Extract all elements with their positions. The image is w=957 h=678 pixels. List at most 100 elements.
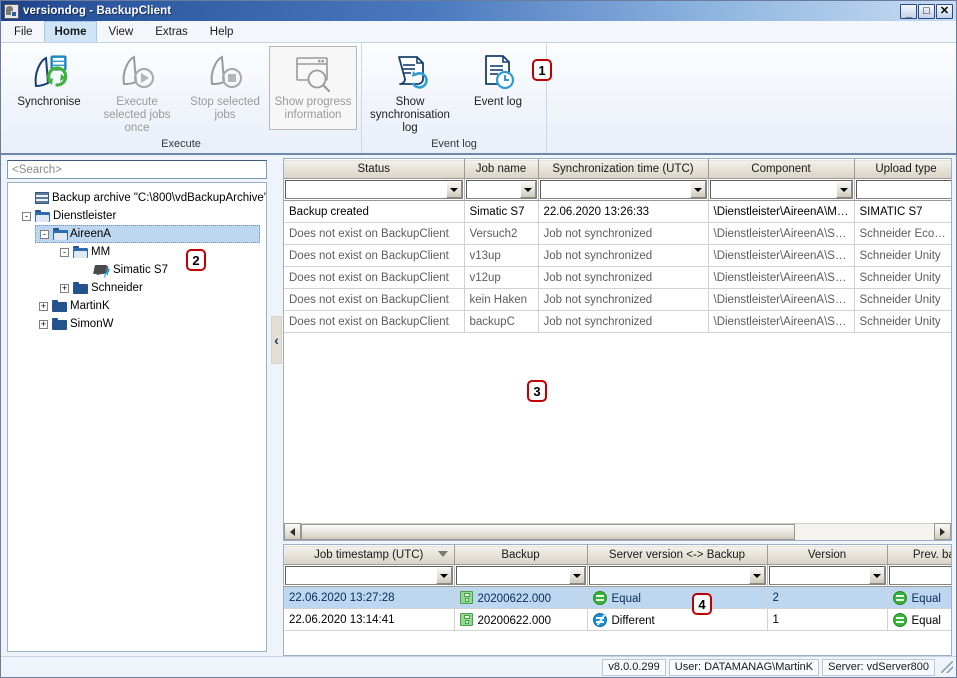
table-row[interactable]: Does not exist on BackupClient v13up Job… — [284, 244, 951, 267]
chevron-down-icon[interactable] — [748, 567, 765, 584]
tree-item-schneider[interactable]: + Schneider — [14, 279, 266, 297]
tree-item-backup-archive[interactable]: Backup archive "C:\800\vdBackupArchive" — [14, 189, 266, 207]
expand-icon[interactable]: + — [60, 283, 69, 293]
hscroll-track[interactable] — [301, 523, 934, 540]
tree-item-aireena[interactable]: - AireenA — [35, 225, 260, 243]
tree-expander-mm[interactable]: - — [56, 247, 73, 257]
hscroll-thumb[interactable] — [301, 524, 795, 540]
column-header-server-version-cmp[interactable]: Server version <-> Backup — [587, 545, 768, 565]
cell-sync-time: 22.06.2020 13:26:33 — [538, 200, 709, 223]
menu-item-file[interactable]: File — [3, 21, 44, 42]
column-header-job-timestamp[interactable]: Job timestamp (UTC) — [284, 545, 455, 565]
execute-jobs-icon — [116, 52, 158, 94]
column-header-upload-type[interactable]: Upload type — [854, 159, 951, 179]
chevron-down-icon[interactable] — [435, 567, 452, 584]
tree-item-martink[interactable]: + MartinK — [14, 297, 266, 315]
tree-item-simatic-s7[interactable]: 7 Simatic S7 — [14, 261, 266, 279]
collapse-icon[interactable]: - — [22, 211, 31, 221]
table-row[interactable]: Does not exist on BackupClient backupC J… — [284, 310, 951, 333]
column-header-sync-time[interactable]: Synchronization time (UTC) — [538, 159, 709, 179]
menu-item-home[interactable]: Home — [43, 21, 98, 42]
tree-item-simonw[interactable]: + SimonW — [14, 315, 266, 333]
table-row[interactable]: 22.06.2020 13:27:28 20200622.000 Equal 2… — [284, 586, 951, 609]
cell-upload-type: Schneider Unity — [854, 310, 951, 333]
filter-cell-component[interactable] — [708, 178, 855, 201]
chevron-down-icon[interactable] — [835, 181, 852, 198]
menu-item-view[interactable]: View — [97, 21, 144, 42]
column-header-version[interactable]: Version — [767, 545, 888, 565]
jobs-grid-hscrollbar[interactable] — [284, 522, 951, 540]
filter-cell-server-version-cmp[interactable] — [587, 564, 768, 587]
filter-cell-job-timestamp[interactable] — [284, 564, 455, 587]
tree-expander-simonw[interactable]: + — [35, 319, 52, 329]
table-row[interactable]: 22.06.2020 13:14:41 20200622.000 Differe… — [284, 608, 951, 631]
collapse-icon[interactable]: - — [60, 247, 69, 257]
jobs-grid-body: Backup created Simatic S7 22.06.2020 13:… — [284, 200, 951, 333]
menu-item-help[interactable]: Help — [199, 21, 245, 42]
maximize-button[interactable]: □ — [918, 3, 935, 19]
chevron-down-icon[interactable] — [689, 181, 706, 198]
tree-expander-aireena[interactable]: - — [36, 229, 53, 239]
event-log-label: Event log — [474, 96, 522, 108]
chevron-down-icon[interactable] — [519, 181, 536, 198]
cell-status: Does not exist on BackupClient — [284, 310, 465, 333]
folder-icon — [52, 318, 67, 330]
annotation-badge-4: 4 — [692, 593, 712, 615]
scroll-left-button[interactable] — [284, 523, 301, 540]
cell-server-version-cmp: Different — [587, 608, 768, 631]
table-row[interactable]: Backup created Simatic S7 22.06.2020 13:… — [284, 200, 951, 223]
cell-job-timestamp: 22.06.2020 13:27:28 — [284, 586, 455, 609]
resize-grip-icon[interactable] — [940, 660, 954, 674]
column-header-job-name[interactable]: Job name — [464, 159, 539, 179]
cell-sync-time: Job not synchronized — [538, 222, 709, 245]
stop-jobs-button[interactable]: Stop selected jobs — [181, 46, 269, 130]
collapse-sidebar-handle[interactable]: ‹ — [271, 316, 282, 364]
filter-cell-version[interactable] — [767, 564, 888, 587]
search-input[interactable]: <Search> — [7, 160, 267, 179]
tree-expander-dienstleister[interactable]: - — [18, 211, 35, 221]
tree-item-label: Schneider — [91, 282, 143, 294]
chevron-down-icon[interactable] — [868, 567, 885, 584]
tree-item-dienstleister[interactable]: - Dienstleister — [14, 207, 266, 225]
panel-splitter[interactable]: ‹ — [269, 158, 283, 656]
tree-expander-martink[interactable]: + — [35, 301, 52, 311]
chevron-down-icon[interactable] — [568, 567, 585, 584]
cell-status: Does not exist on BackupClient — [284, 244, 465, 267]
synchronise-button[interactable]: Synchronise — [5, 46, 93, 130]
column-header-status[interactable]: Status — [284, 159, 465, 179]
filter-cell-prev-backup-cmp[interactable] — [887, 564, 951, 587]
table-row[interactable]: Does not exist on BackupClient Versuch2 … — [284, 222, 951, 245]
execute-jobs-button[interactable]: Execute selected jobs once — [93, 46, 181, 138]
column-header-component[interactable]: Component — [708, 159, 855, 179]
filter-cell-status[interactable] — [284, 178, 465, 201]
event-log-button[interactable]: Event log — [454, 46, 542, 130]
search-placeholder: <Search> — [12, 163, 62, 176]
expand-icon[interactable]: + — [39, 319, 48, 329]
close-button[interactable]: ✕ — [936, 3, 953, 19]
filter-cell-job-name[interactable] — [464, 178, 539, 201]
scroll-right-button[interactable] — [934, 523, 951, 540]
show-progress-button[interactable]: Show progress information — [269, 46, 357, 130]
tree-item-mm[interactable]: - MM — [14, 243, 266, 261]
cell-backup: 20200622.000 — [454, 608, 588, 631]
cell-sync-time: Job not synchronized — [538, 310, 709, 333]
folder-open-icon — [53, 228, 68, 240]
cell-upload-type: Schneider Unity — [854, 244, 951, 267]
column-header-backup[interactable]: Backup — [454, 545, 588, 565]
show-progress-label: Show progress information — [274, 96, 352, 121]
collapse-icon[interactable]: - — [40, 229, 49, 239]
tree-expander-schneider[interactable]: + — [56, 283, 73, 293]
menu-item-extras[interactable]: Extras — [144, 21, 199, 42]
backup-archive-tree[interactable]: Backup archive "C:\800\vdBackupArchive" … — [7, 182, 267, 652]
column-header-prev-backup-cmp[interactable]: Prev. backup <-> Backup — [887, 545, 951, 565]
backup-disk-icon — [459, 590, 473, 604]
show-sync-log-button[interactable]: Show synchronisation log — [366, 46, 454, 138]
chevron-down-icon[interactable] — [445, 181, 462, 198]
filter-cell-sync-time[interactable] — [538, 178, 709, 201]
expand-icon[interactable]: + — [39, 301, 48, 311]
table-row[interactable]: Does not exist on BackupClient v12up Job… — [284, 266, 951, 289]
filter-cell-backup[interactable] — [454, 564, 588, 587]
table-row[interactable]: Does not exist on BackupClient kein Hake… — [284, 288, 951, 311]
minimize-button[interactable]: _ — [900, 3, 917, 19]
filter-cell-upload-type[interactable] — [854, 178, 951, 201]
